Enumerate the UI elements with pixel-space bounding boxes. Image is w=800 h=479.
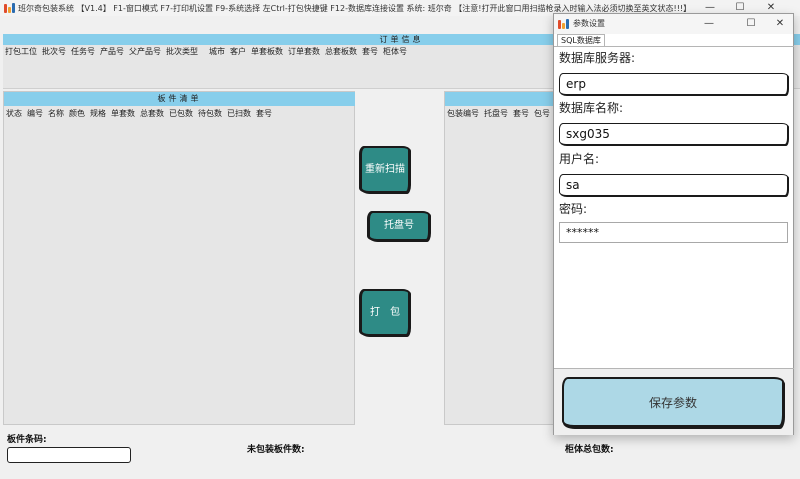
unpacked-count-label: 未包装板件数: [247,445,305,455]
rescan-button[interactable]: 重新扫描 [360,146,410,193]
order-column-header[interactable]: 打包工位 [5,46,37,57]
server-label: 数据库服务器: [559,51,636,65]
pack-column-header[interactable]: 托盘号 [484,108,508,119]
board-list-header: 板件清单 [4,92,355,106]
save-parameters-button[interactable]: 保存参数 [562,377,784,427]
settings-dialog: 参数设置 — ☐ ✕ SQL数据库 数据库服务器: erp 数据库名称: sxg… [553,13,794,435]
board-column-header[interactable]: 套号 [256,108,272,119]
barcode-input[interactable] [7,447,131,463]
board-column-header[interactable]: 编号 [27,108,43,119]
barcode-label: 板件条码: [7,435,47,445]
pallet-button[interactable]: 托盘号 [368,211,430,241]
username-input[interactable]: sa [559,174,788,196]
board-list-panel: 板件清单 状态 编号 名称 颜色 规格 单套数 总套数 已包数 待包数 已扫数 … [3,91,355,425]
order-column-header[interactable]: 单套板数 [251,46,283,57]
order-column-header[interactable]: 订单套数 [288,46,320,57]
app-logo-icon [558,18,570,30]
board-column-header[interactable]: 规格 [90,108,106,119]
board-column-header[interactable]: 待包数 [198,108,222,119]
save-parameters-label: 保存参数 [648,396,697,410]
pack-list-header [445,92,555,106]
board-column-header[interactable]: 已扫数 [227,108,251,119]
tab-divider [554,46,794,47]
board-column-header[interactable]: 已包数 [169,108,193,119]
database-name-input[interactable]: sxg035 [559,123,788,145]
order-column-header[interactable]: 客户 [230,46,246,57]
order-column-header[interactable]: 柜体号 [383,46,407,57]
pack-column-header[interactable]: 包装编号 [447,108,479,119]
cabinet-total-label: 柜体总包数: [565,445,614,455]
order-column-header[interactable]: 城市 [209,46,225,57]
pack-columns: 包装编号 托盘号 套号 包号 [447,108,550,119]
password-input[interactable]: ****** [559,222,788,243]
dialog-titlebar: 参数设置 — ☐ ✕ [554,14,793,34]
pack-column-header[interactable]: 包号 [534,108,550,119]
pack-column-header[interactable]: 套号 [513,108,529,119]
order-column-header[interactable]: 套号 [362,46,378,57]
order-columns: 打包工位 批次号 任务号 产品号 父产品号 批次类型 城市 客户 单套板数 订单… [5,46,407,57]
pack-list-panel: 包装编号 托盘号 套号 包号 [444,91,555,425]
maximize-icon[interactable]: ☐ [738,16,764,32]
pallet-button-label: 托盘号 [384,220,414,231]
password-label: 密码: [559,202,588,216]
order-column-header[interactable]: 批次类型 [166,46,198,57]
board-column-header[interactable]: 名称 [48,108,64,119]
pack-button[interactable]: 打 包 [360,289,410,336]
board-column-header[interactable]: 状态 [6,108,22,119]
board-columns: 状态 编号 名称 颜色 规格 单套数 总套数 已包数 待包数 已扫数 套号 [6,108,272,119]
username-label: 用户名: [559,152,600,166]
server-input[interactable]: erp [559,73,788,95]
rescan-button-label: 重新扫描 [365,164,405,175]
board-column-header[interactable]: 颜色 [69,108,85,119]
dialog-title: 参数设置 [573,19,605,28]
order-column-header[interactable]: 任务号 [71,46,95,57]
board-column-header[interactable]: 总套数 [140,108,164,119]
order-column-header[interactable]: 父产品号 [129,46,161,57]
database-name-label: 数据库名称: [559,101,624,115]
app-logo-icon [4,2,16,14]
order-column-header[interactable]: 产品号 [100,46,124,57]
order-column-header[interactable]: 总套板数 [325,46,357,57]
pack-button-label: 打 包 [370,307,400,318]
order-column-header[interactable]: 批次号 [42,46,66,57]
close-icon[interactable]: ✕ [767,16,793,32]
minimize-icon[interactable]: — [696,16,722,32]
board-column-header[interactable]: 单套数 [111,108,135,119]
